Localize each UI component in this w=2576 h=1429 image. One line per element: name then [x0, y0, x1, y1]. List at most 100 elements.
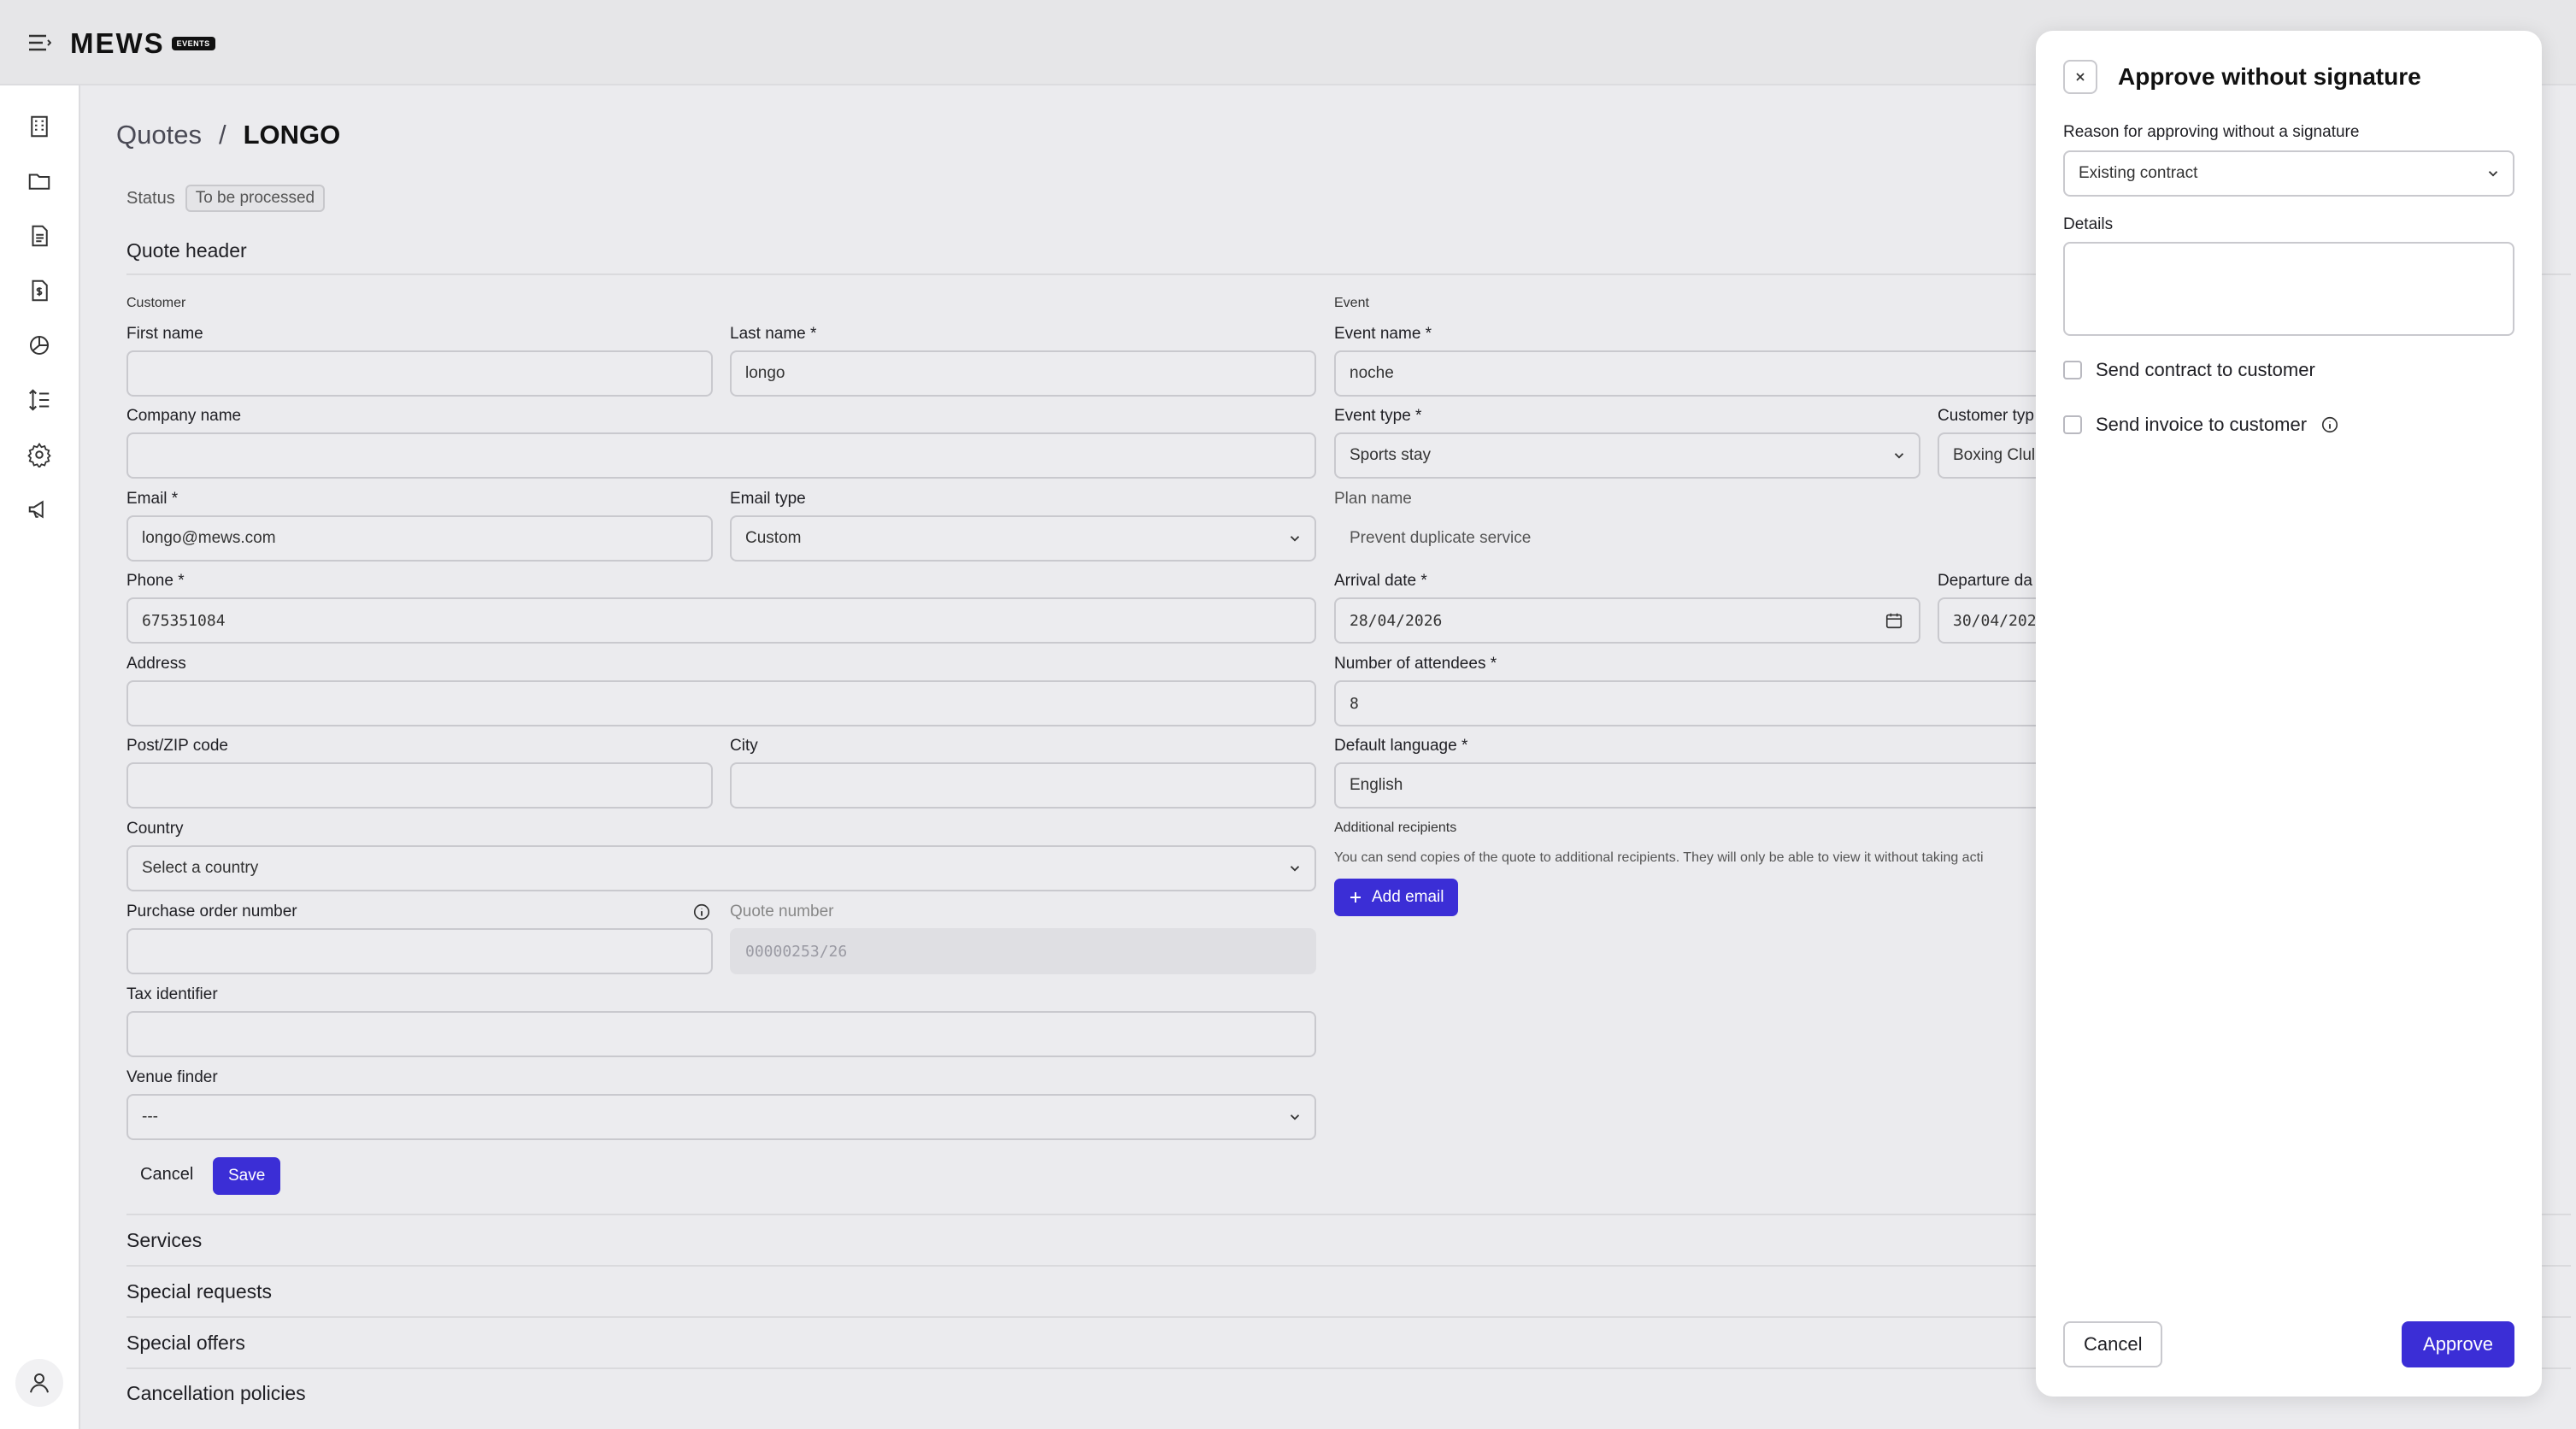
- city-label: City: [730, 737, 758, 755]
- info-icon[interactable]: [692, 903, 711, 921]
- customer-type-label: Customer typ: [1938, 407, 2034, 425]
- drawer-cancel-button[interactable]: Cancel: [2063, 1321, 2163, 1367]
- quote-number-input: 00000253/26: [730, 928, 1316, 974]
- country-select[interactable]: Select a country: [126, 845, 1316, 891]
- venue-finder-value: ---: [142, 1108, 158, 1126]
- send-invoice-label: Send invoice to customer: [2096, 414, 2308, 435]
- chevron-down-icon: [1290, 866, 1300, 872]
- drawer-title: Approve without signature: [2118, 63, 2421, 90]
- section-special-offers[interactable]: Special offers: [126, 1332, 245, 1355]
- first-name-label: First name: [126, 325, 203, 343]
- details-label: Details: [2063, 215, 2114, 233]
- send-contract-row[interactable]: Send contract to customer: [2063, 359, 2315, 381]
- reason-value: Existing contract: [2079, 164, 2198, 182]
- megaphone-icon[interactable]: [26, 496, 53, 523]
- event-name-label: Event name *: [1334, 325, 1432, 343]
- arrival-date-input[interactable]: 28/04/2026: [1334, 597, 1920, 644]
- sort-icon[interactable]: [26, 386, 53, 414]
- venue-finder-label: Venue finder: [126, 1068, 218, 1086]
- departure-date-label: Departure da: [1938, 572, 2032, 590]
- chevron-down-icon: [1290, 1114, 1300, 1120]
- email-type-select[interactable]: Custom: [730, 515, 1316, 562]
- address-label: Address: [126, 655, 186, 673]
- sidebar: [0, 85, 80, 1429]
- send-contract-label: Send contract to customer: [2096, 359, 2315, 380]
- close-icon: [2076, 73, 2085, 81]
- attendees-input[interactable]: 8: [1334, 680, 2052, 726]
- pie-chart-icon[interactable]: [26, 332, 53, 359]
- reason-label: Reason for approving without a signature: [2063, 123, 2360, 141]
- details-textarea[interactable]: [2063, 242, 2514, 336]
- add-email-label: Add email: [1372, 888, 1444, 906]
- calendar-icon[interactable]: [1885, 611, 1903, 630]
- address-input[interactable]: [126, 680, 1316, 726]
- first-name-input[interactable]: [126, 350, 713, 397]
- event-name-input[interactable]: noche: [1334, 350, 2052, 397]
- venue-finder-select[interactable]: ---: [126, 1094, 1316, 1140]
- section-cancellation-policies[interactable]: Cancellation policies: [126, 1382, 306, 1405]
- section-special-requests[interactable]: Special requests: [126, 1280, 272, 1303]
- attendees-label: Number of attendees *: [1334, 655, 1497, 673]
- quote-number-label: Quote number: [730, 903, 834, 920]
- send-invoice-row[interactable]: Send invoice to customer: [2063, 414, 2339, 436]
- info-icon[interactable]: [2320, 415, 2339, 434]
- chevron-down-icon: [1894, 453, 1904, 459]
- last-name-input[interactable]: longo: [730, 350, 1316, 397]
- email-label: Email *: [126, 490, 179, 508]
- postcode-label: Post/ZIP code: [126, 737, 228, 755]
- save-button[interactable]: Save: [213, 1157, 281, 1195]
- city-input[interactable]: [730, 762, 1316, 809]
- company-name-input[interactable]: [126, 432, 1316, 479]
- country-value: Select a country: [142, 859, 259, 877]
- close-button[interactable]: [2063, 60, 2097, 94]
- event-type-value: Sports stay: [1350, 446, 1432, 464]
- email-type-label: Email type: [730, 490, 806, 508]
- event-type-select[interactable]: Sports stay: [1334, 432, 1920, 479]
- company-name-label: Company name: [126, 407, 242, 425]
- reason-select[interactable]: Existing contract: [2063, 150, 2514, 197]
- chevron-down-icon: [2488, 171, 2498, 177]
- breadcrumb: Quotes / LONGO: [116, 120, 340, 150]
- folder-icon[interactable]: [26, 168, 53, 195]
- send-contract-checkbox[interactable]: [2063, 361, 2082, 379]
- plan-name-value: Prevent duplicate service: [1350, 529, 1532, 547]
- tax-identifier-input[interactable]: [126, 1011, 1316, 1057]
- event-type-label: Event type *: [1334, 407, 1422, 425]
- email-input[interactable]: longo@mews.com: [126, 515, 713, 562]
- plus-icon: [1350, 892, 1361, 903]
- purchase-order-input[interactable]: [126, 928, 713, 974]
- document-list-icon[interactable]: [26, 222, 53, 250]
- arrival-date-value: 28/04/2026: [1350, 611, 1443, 630]
- approve-button[interactable]: Approve: [2402, 1321, 2514, 1367]
- additional-recipients-label: Additional recipients: [1334, 820, 1457, 835]
- send-invoice-checkbox[interactable]: [2063, 415, 2082, 434]
- invoice-icon[interactable]: [26, 277, 53, 304]
- quote-header-title[interactable]: Quote header: [126, 239, 247, 262]
- user-icon[interactable]: [15, 1359, 63, 1407]
- customer-section-label: Customer: [126, 296, 186, 310]
- building-icon[interactable]: [26, 113, 53, 140]
- default-language-select[interactable]: English: [1334, 762, 2052, 809]
- page-title: LONGO: [243, 120, 341, 150]
- approve-drawer: Approve without signature Reason for app…: [2036, 31, 2542, 1397]
- cancel-button[interactable]: Cancel: [140, 1165, 193, 1185]
- breadcrumb-quotes[interactable]: Quotes: [116, 120, 202, 150]
- postcode-input[interactable]: [126, 762, 713, 809]
- event-section-label: Event: [1334, 296, 1369, 310]
- add-email-button[interactable]: Add email: [1334, 879, 1458, 916]
- gear-icon[interactable]: [26, 441, 53, 468]
- phone-label: Phone *: [126, 572, 185, 590]
- status-label: Status: [126, 188, 175, 208]
- status-row: Status To be processed: [126, 185, 326, 212]
- menu-icon[interactable]: [27, 32, 52, 53]
- breadcrumb-separator: /: [218, 120, 226, 150]
- mews-logo[interactable]: MEWS EVENTS: [70, 27, 215, 60]
- tax-identifier-label: Tax identifier: [126, 985, 218, 1003]
- purchase-order-label: Purchase order number: [126, 903, 297, 920]
- plan-name-label: Plan name: [1334, 490, 1412, 508]
- country-label: Country: [126, 820, 184, 838]
- chevron-down-icon: [1290, 536, 1300, 542]
- last-name-label: Last name *: [730, 325, 817, 343]
- section-services[interactable]: Services: [126, 1229, 202, 1252]
- phone-input[interactable]: 675351084: [126, 597, 1316, 644]
